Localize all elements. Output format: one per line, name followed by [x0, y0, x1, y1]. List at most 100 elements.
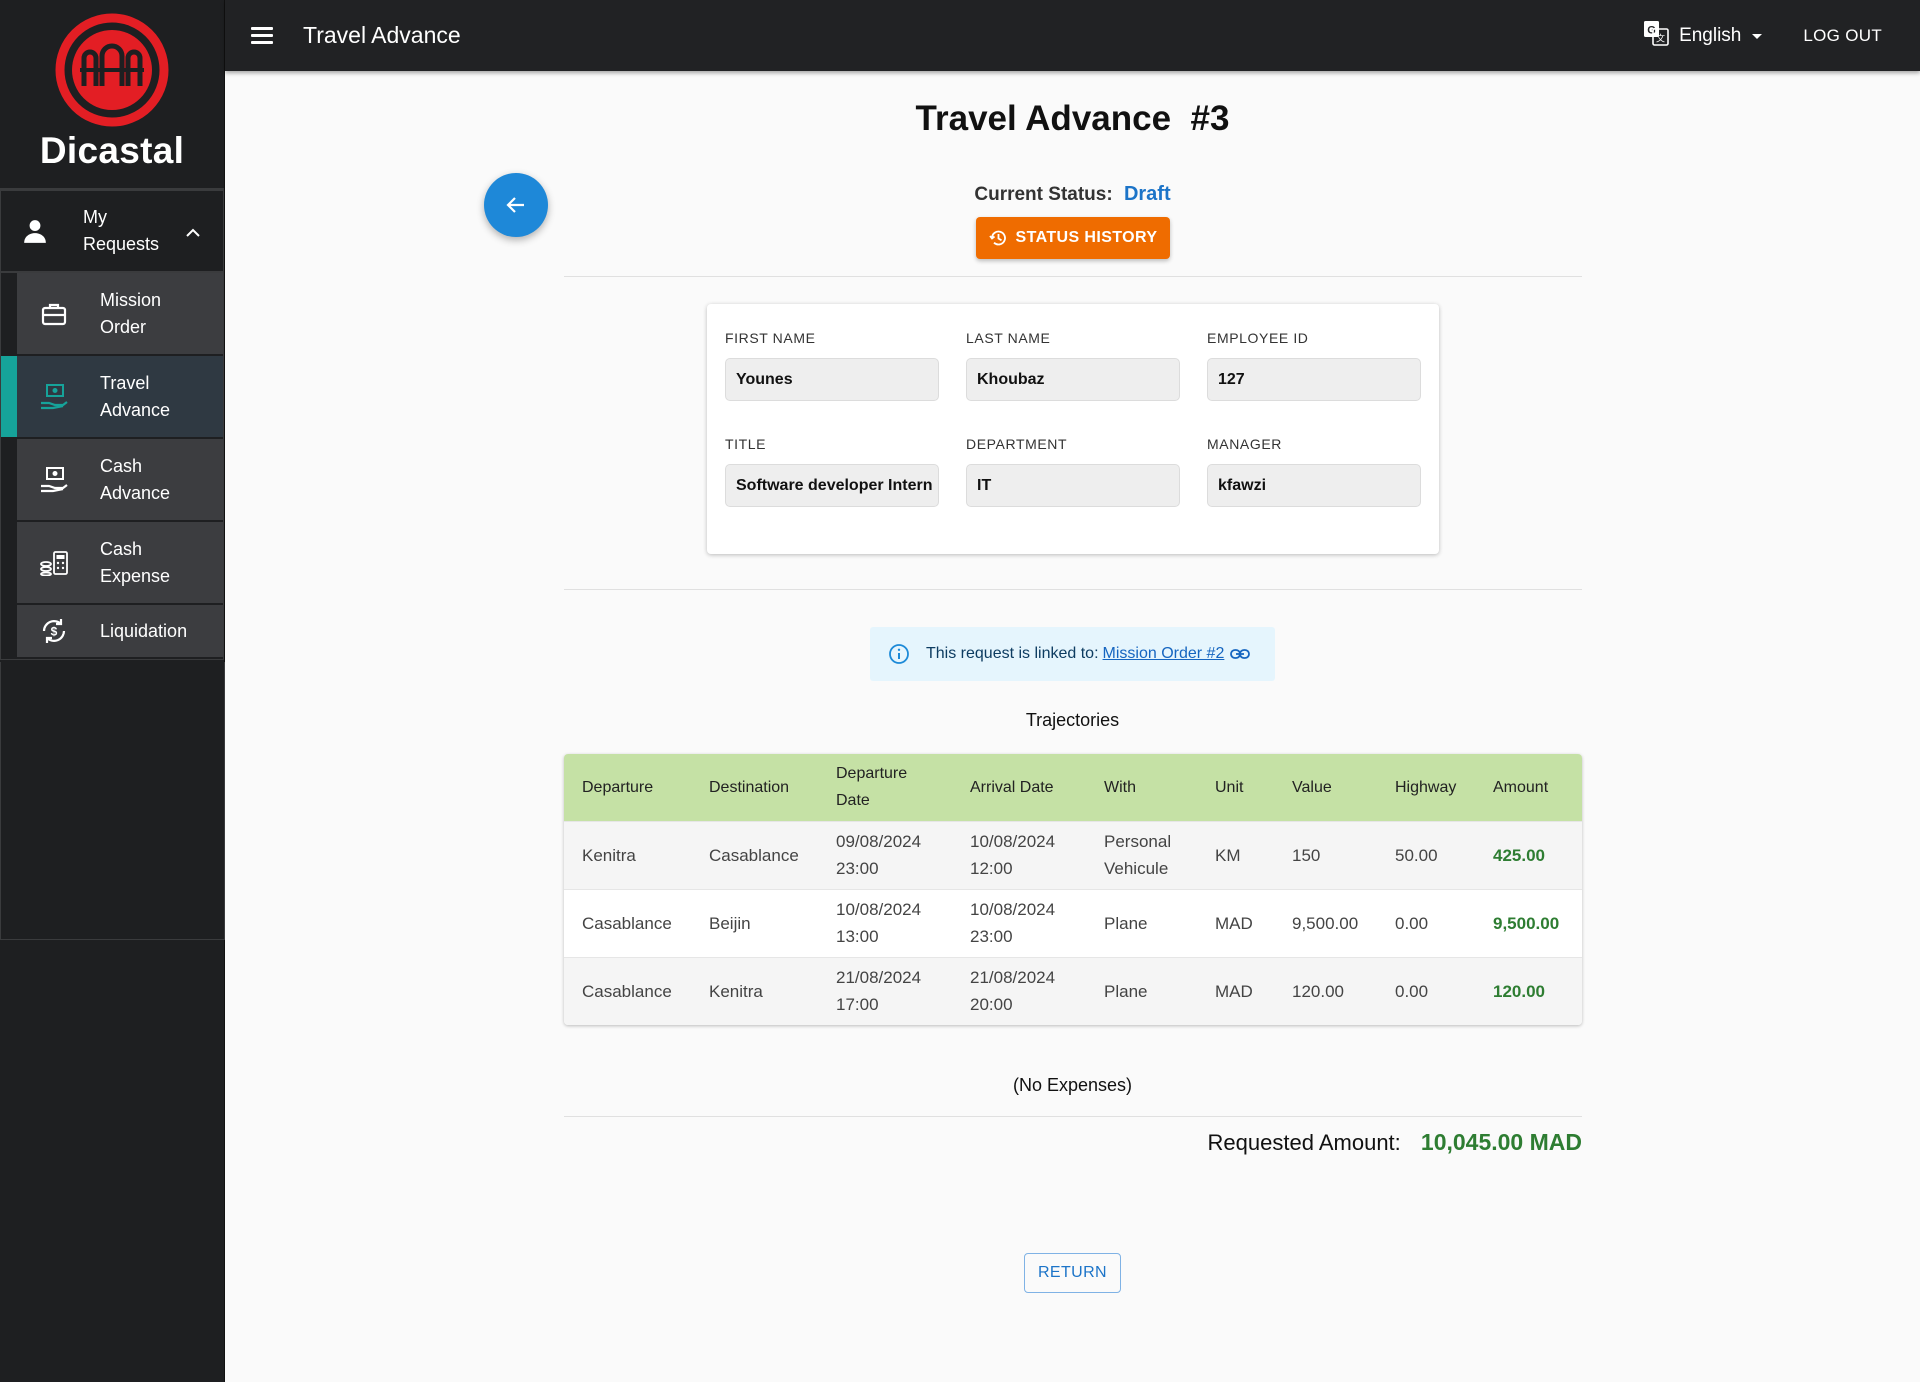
- current-status: Current Status: Draft: [225, 183, 1920, 206]
- svg-text:$: $: [51, 625, 58, 639]
- department-label: DEPARTMENT: [966, 436, 1068, 452]
- hand-money-icon: [35, 466, 73, 494]
- cell-departure: Casablance: [564, 956, 691, 1025]
- trajectories-heading: Trajectories: [1025, 710, 1120, 730]
- column-header: Unit: [1197, 754, 1274, 821]
- first-name-field: FIRST NAME Younes: [725, 330, 939, 401]
- cell-amount: 425.00: [1475, 820, 1582, 889]
- briefcase-icon: [35, 302, 73, 326]
- cell-destination: Casablance: [691, 820, 818, 889]
- cell-departure-date: 21/08/2024 17:00: [818, 956, 952, 1025]
- dollar-cycle-icon: $: [35, 617, 73, 645]
- column-header: Highway: [1377, 754, 1475, 821]
- page-title: Travel Advance #3: [915, 99, 1230, 138]
- sidebar-item-label: Cash Expense: [100, 538, 171, 586]
- mission-order-link[interactable]: Mission Order #2: [1103, 645, 1225, 663]
- sidebar-item-label: Cash Advance: [100, 455, 171, 503]
- employee-id-label: EMPLOYEE ID: [1207, 330, 1309, 346]
- cell-arrival-date: 10/08/2024 12:00: [952, 820, 1086, 889]
- cell-highway: 0.00: [1377, 888, 1475, 957]
- table-row: Casablance Beijin 10/08/2024 13:00 10/08…: [564, 888, 1582, 957]
- person-icon: [21, 218, 49, 244]
- cell-departure: Casablance: [564, 888, 691, 957]
- sidebar-item-my-requests[interactable]: My Requests: [1, 191, 223, 273]
- status-label: Current Status:: [974, 184, 1113, 205]
- top-app-bar: Travel Advance G文 English LOG OUT: [225, 0, 1920, 71]
- link-icon: [1230, 648, 1251, 660]
- title-field: TITLE Software developer Intern: [725, 436, 939, 507]
- divider: [564, 1116, 1582, 1117]
- column-header: With: [1086, 754, 1197, 821]
- svg-text:文: 文: [1656, 32, 1665, 44]
- divider: [564, 589, 1582, 590]
- sidebar-item-label: My Requests: [83, 207, 160, 254]
- employee-id-value: 127: [1207, 358, 1421, 401]
- table-row: Kenitra Casablance 09/08/2024 23:00 10/0…: [564, 820, 1582, 889]
- cell-arrival-date: 21/08/2024 20:00: [952, 956, 1086, 1025]
- sidebar-item-cash-expense[interactable]: Cash Expense: [17, 522, 223, 605]
- first-name-label: FIRST NAME: [725, 330, 816, 346]
- last-name-value: Khoubaz: [966, 358, 1180, 401]
- manager-value: kfawzi: [1207, 464, 1421, 507]
- sidebar-spacer: [0, 662, 225, 940]
- column-header: Amount: [1475, 754, 1582, 821]
- column-header: Departure: [564, 754, 691, 821]
- status-history-label: STATUS HISTORY: [1015, 229, 1158, 246]
- cell-amount: 9,500.00: [1475, 888, 1582, 957]
- requested-amount: Requested Amount: 10,045.00 MAD: [1208, 1129, 1582, 1156]
- language-selector[interactable]: G文 English: [1643, 20, 1763, 52]
- cell-departure: Kenitra: [564, 820, 691, 889]
- column-header: Arrival Date: [952, 754, 1086, 821]
- status-badge: Draft: [1123, 183, 1171, 205]
- requested-amount-label: Requested Amount:: [1207, 1130, 1401, 1155]
- return-button[interactable]: RETURN: [1024, 1253, 1121, 1293]
- sidebar-item-mission-order[interactable]: Mission Order: [17, 273, 223, 356]
- cell-departure-date: 09/08/2024 23:00: [818, 820, 952, 889]
- hand-money-icon: [35, 383, 73, 411]
- main-content: Travel Advance #3 Current Status: Draft …: [225, 71, 1920, 1382]
- app-bar-title: Travel Advance: [303, 22, 461, 48]
- cell-value: 9,500.00: [1274, 888, 1377, 957]
- cell-value: 150: [1274, 820, 1377, 889]
- no-expenses-text: (No Expenses): [1012, 1075, 1133, 1095]
- cell-highway: 0.00: [1377, 956, 1475, 1025]
- caret-down-icon: [1751, 25, 1763, 47]
- sidebar-item-label: Liquidation: [100, 620, 188, 641]
- history-icon: [988, 230, 1006, 246]
- manager-field: MANAGER kfawzi: [1207, 436, 1421, 507]
- sidebar-item-travel-advance[interactable]: Travel Advance: [1, 356, 223, 439]
- department-value: IT: [966, 464, 1180, 507]
- table-row: Casablance Kenitra 21/08/2024 17:00 21/0…: [564, 956, 1582, 1025]
- cell-amount: 120.00: [1475, 956, 1582, 1025]
- sidebar-item-liquidation[interactable]: $ Liquidation: [17, 605, 223, 659]
- cell-with: Plane: [1086, 956, 1197, 1025]
- sidebar-item-cash-advance[interactable]: Cash Advance: [17, 439, 223, 522]
- trajectories-table: Departure Destination Departure Date Arr…: [564, 754, 1582, 1025]
- cell-with: Personal Vehicule: [1086, 820, 1197, 889]
- last-name-field: LAST NAME Khoubaz: [966, 330, 1180, 401]
- department-field: DEPARTMENT IT: [966, 436, 1180, 507]
- brand-logo-area[interactable]: Dicastal: [0, 0, 224, 190]
- cell-value: 120.00: [1274, 956, 1377, 1025]
- first-name-value: Younes: [725, 358, 939, 401]
- cell-destination: Kenitra: [691, 956, 818, 1025]
- employee-id-field: EMPLOYEE ID 127: [1207, 330, 1421, 401]
- manager-label: MANAGER: [1207, 436, 1282, 452]
- sidebar: Dicastal My Requests Mission Order Trave…: [0, 0, 225, 1382]
- cell-unit: MAD: [1197, 956, 1274, 1025]
- title-label: TITLE: [725, 436, 767, 452]
- employee-info-card: FIRST NAME Younes LAST NAME Khoubaz EMPL…: [707, 304, 1439, 554]
- cell-departure-date: 10/08/2024 13:00: [818, 888, 952, 957]
- sidebar-nav: My Requests Mission Order Travel Advance…: [0, 190, 224, 660]
- logout-button[interactable]: LOG OUT: [1803, 26, 1882, 46]
- cell-with: Plane: [1086, 888, 1197, 957]
- status-history-button[interactable]: STATUS HISTORY: [976, 217, 1170, 259]
- hamburger-menu-icon[interactable]: [251, 25, 273, 47]
- svg-text:G: G: [1647, 24, 1656, 36]
- cell-unit: KM: [1197, 820, 1274, 889]
- cell-unit: MAD: [1197, 888, 1274, 957]
- language-label: English: [1679, 24, 1742, 46]
- sidebar-item-label: Mission Order: [100, 289, 162, 337]
- cell-arrival-date: 10/08/2024 23:00: [952, 888, 1086, 957]
- divider: [564, 276, 1582, 277]
